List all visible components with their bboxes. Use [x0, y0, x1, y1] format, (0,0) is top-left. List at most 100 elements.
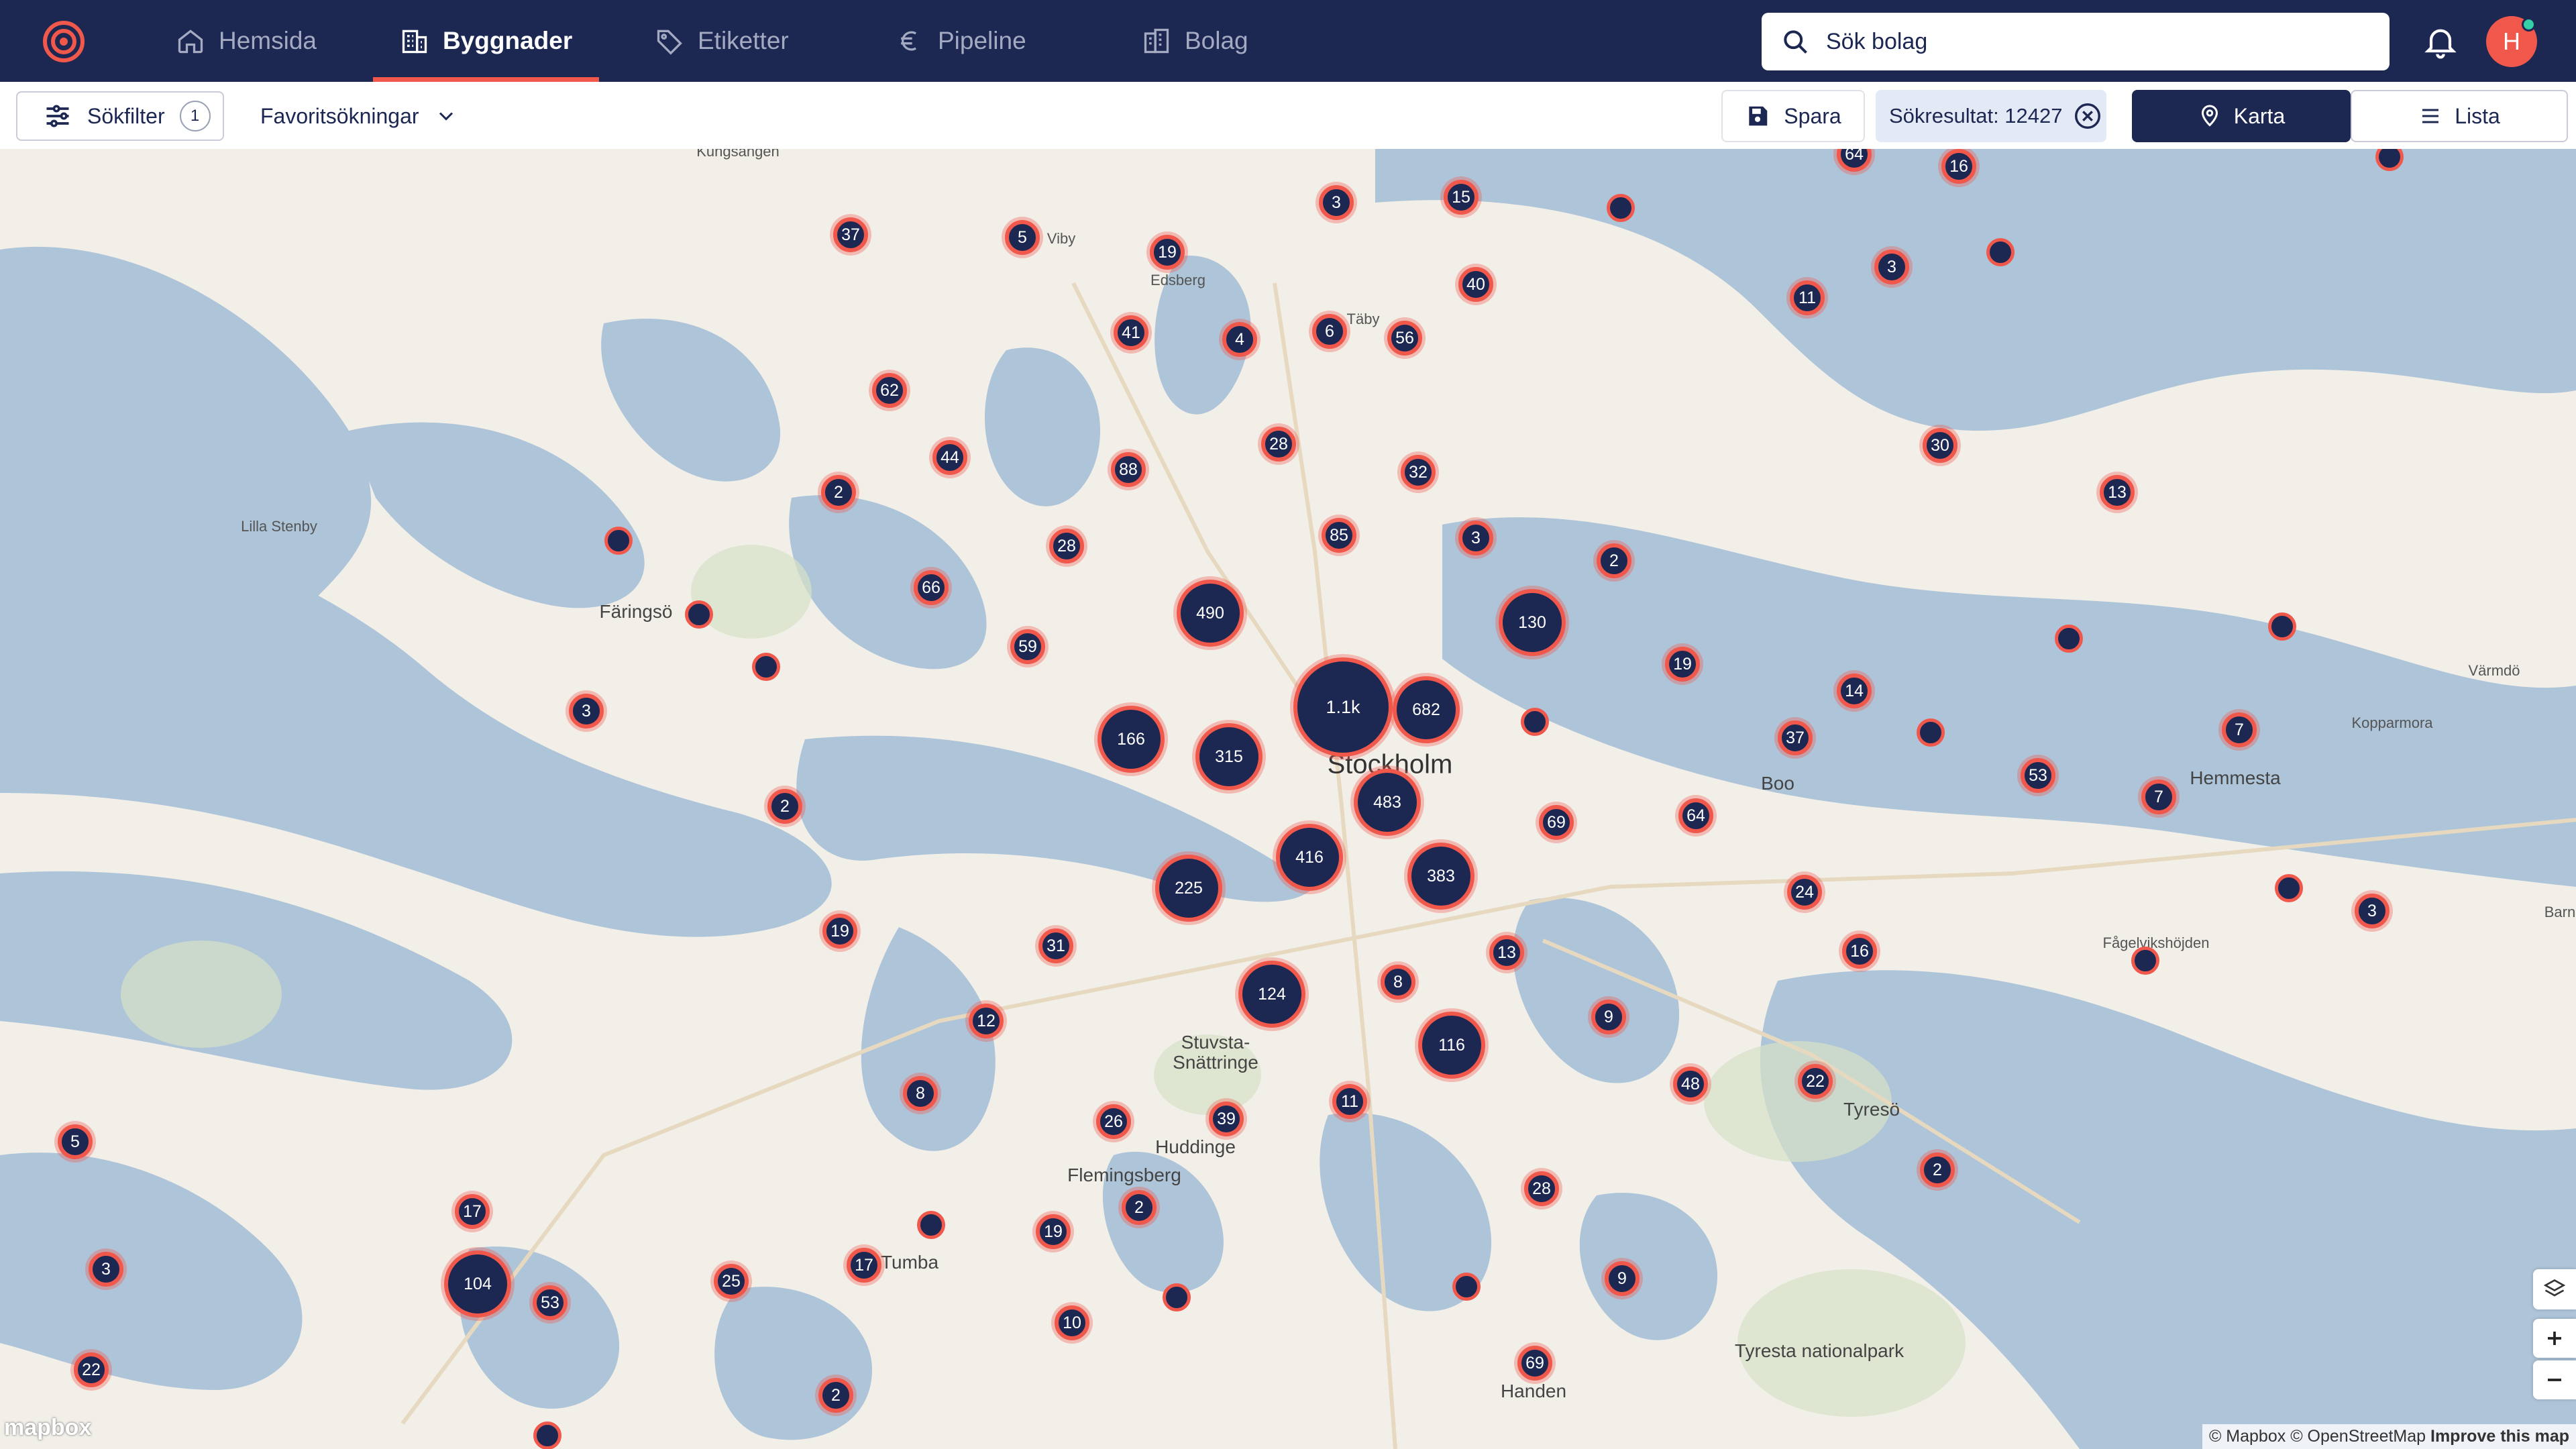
map-cluster-marker[interactable]: 37: [833, 217, 868, 252]
map-cluster-marker[interactable]: 416: [1276, 824, 1343, 891]
map-cluster-marker[interactable]: 490: [1177, 580, 1244, 647]
map-building-pin[interactable]: [1917, 718, 1945, 747]
map-building-pin[interactable]: [2131, 947, 2159, 975]
map-cluster-marker[interactable]: 4: [1222, 322, 1257, 357]
map-cluster-marker[interactable]: 53: [533, 1285, 568, 1320]
map-cluster-marker[interactable]: 2: [1920, 1152, 1955, 1187]
map-cluster-marker[interactable]: 483: [1354, 769, 1421, 836]
map-building-pin[interactable]: [1163, 1283, 1191, 1311]
map-cluster-marker[interactable]: 16: [1941, 149, 1976, 184]
map-cluster-marker[interactable]: 24: [1787, 875, 1822, 910]
map-cluster-marker[interactable]: 37: [1778, 720, 1813, 755]
map-cluster-marker[interactable]: 10: [1055, 1305, 1089, 1340]
map-cluster-marker[interactable]: 25: [714, 1264, 749, 1299]
map-cluster-marker[interactable]: 39: [1209, 1102, 1244, 1136]
map-cluster-marker[interactable]: 31: [1038, 928, 1073, 963]
map-building-pin[interactable]: [917, 1211, 945, 1239]
map-cluster-marker[interactable]: 17: [455, 1194, 490, 1229]
map-cluster-marker[interactable]: 2: [1122, 1190, 1157, 1225]
map-cluster-marker[interactable]: 11: [1790, 280, 1825, 315]
map-building-pin[interactable]: [1521, 708, 1549, 736]
nav-item-companies[interactable]: Bolag: [1142, 0, 1248, 82]
map-building-pin[interactable]: [2055, 625, 2083, 653]
app-logo-icon[interactable]: [40, 20, 87, 63]
map-cluster-marker[interactable]: 2: [767, 789, 802, 824]
map-cluster-marker[interactable]: 124: [1238, 961, 1305, 1028]
map-cluster-marker[interactable]: 9: [1591, 1000, 1626, 1034]
map-building-pin[interactable]: [2275, 874, 2303, 902]
map-cluster-marker[interactable]: 28: [1524, 1171, 1559, 1206]
map-cluster-marker[interactable]: 15: [1444, 180, 1479, 215]
map-cluster-marker[interactable]: 2: [821, 475, 856, 510]
nav-item-tags[interactable]: Etiketter: [655, 0, 789, 82]
map-cluster-marker[interactable]: 19: [822, 914, 857, 949]
map-cluster-marker[interactable]: 315: [1195, 723, 1263, 790]
map-cluster-marker[interactable]: 19: [1036, 1214, 1071, 1249]
clear-results-close-icon[interactable]: [2072, 101, 2103, 131]
map-cluster-marker[interactable]: 28: [1261, 427, 1296, 462]
map-cluster-marker[interactable]: 62: [872, 373, 907, 408]
map-cluster-marker[interactable]: 69: [1517, 1346, 1552, 1381]
map-building-pin[interactable]: [1607, 194, 1635, 222]
map-cluster-marker[interactable]: 13: [2100, 475, 2135, 510]
search-filter-button[interactable]: Sökfilter 1: [16, 91, 224, 141]
improve-map-link[interactable]: Improve this map: [2430, 1427, 2569, 1446]
nav-item-home[interactable]: Hemsida: [176, 0, 317, 82]
map-building-pin[interactable]: [604, 527, 633, 555]
map-cluster-marker[interactable]: 59: [1010, 629, 1045, 664]
search-input[interactable]: [1825, 28, 2351, 56]
map-cluster-marker[interactable]: 9: [1605, 1261, 1640, 1296]
map-cluster-marker[interactable]: 682: [1393, 676, 1460, 743]
map-cluster-marker[interactable]: 19: [1150, 235, 1185, 270]
map-cluster-marker[interactable]: 17: [847, 1248, 881, 1283]
list-view-button[interactable]: Lista: [2351, 90, 2568, 142]
map-building-pin[interactable]: [533, 1421, 561, 1449]
favorite-searches-dropdown[interactable]: Favoritsökningar: [260, 91, 458, 141]
map-cluster-marker[interactable]: 2: [1597, 543, 1631, 578]
map-cluster-marker[interactable]: 85: [1322, 518, 1356, 553]
map-cluster-marker[interactable]: 16: [1842, 934, 1877, 969]
map-cluster-marker[interactable]: 3: [2355, 894, 2390, 928]
map-cluster-marker[interactable]: 32: [1401, 455, 1436, 490]
map-cluster-marker[interactable]: 14: [1837, 674, 1872, 708]
map-cluster-marker[interactable]: 166: [1097, 706, 1165, 773]
map-cluster-marker[interactable]: 40: [1458, 267, 1493, 302]
map-cluster-marker[interactable]: 19: [1665, 647, 1700, 682]
map-cluster-marker[interactable]: 22: [74, 1352, 109, 1387]
map-cluster-marker[interactable]: 1.1k: [1293, 657, 1393, 757]
map-cluster-marker[interactable]: 64: [1678, 798, 1713, 833]
zoom-in-button[interactable]: [2533, 1319, 2576, 1358]
map-cluster-marker[interactable]: 3: [1458, 521, 1493, 555]
map-cluster-marker[interactable]: 2: [818, 1378, 853, 1413]
map-layers-button[interactable]: [2533, 1269, 2576, 1309]
zoom-out-button[interactable]: [2533, 1360, 2576, 1399]
map-cluster-marker[interactable]: 3: [1319, 185, 1354, 220]
map-cluster-marker[interactable]: 6: [1312, 314, 1347, 349]
map-cluster-marker[interactable]: 56: [1387, 321, 1422, 356]
map-building-pin[interactable]: [1986, 238, 2015, 266]
map-cluster-marker[interactable]: 13: [1489, 935, 1524, 970]
map-building-pin[interactable]: [1452, 1273, 1481, 1301]
map-cluster-marker[interactable]: 11: [1332, 1084, 1367, 1119]
map-cluster-marker[interactable]: 3: [89, 1252, 123, 1287]
mapbox-logo[interactable]: mapbox: [4, 1415, 91, 1441]
attribution-text[interactable]: © Mapbox © OpenStreetMap: [2209, 1427, 2426, 1446]
map-cluster-marker[interactable]: 130: [1499, 589, 1566, 656]
nav-item-buildings[interactable]: Byggnader: [372, 0, 600, 82]
map-view-button[interactable]: Karta: [2132, 90, 2351, 142]
map-cluster-marker[interactable]: 53: [2021, 758, 2055, 793]
map-cluster-marker[interactable]: 5: [58, 1124, 93, 1159]
user-avatar[interactable]: H: [2486, 16, 2537, 67]
map-cluster-marker[interactable]: 48: [1673, 1067, 1708, 1102]
map-cluster-marker[interactable]: 8: [903, 1076, 938, 1111]
company-search-box[interactable]: [1762, 13, 2390, 70]
map-cluster-marker[interactable]: 12: [969, 1004, 1004, 1038]
map-cluster-marker[interactable]: 116: [1418, 1012, 1485, 1079]
map-cluster-marker[interactable]: 225: [1155, 855, 1222, 922]
map-cluster-marker[interactable]: 66: [914, 570, 949, 605]
notifications-bell-icon[interactable]: [2422, 23, 2459, 60]
save-search-button[interactable]: Spara: [1721, 90, 1865, 142]
map-cluster-marker[interactable]: 30: [1923, 428, 1957, 463]
map-cluster-marker[interactable]: 44: [932, 440, 967, 475]
map-building-pin[interactable]: [685, 600, 713, 629]
